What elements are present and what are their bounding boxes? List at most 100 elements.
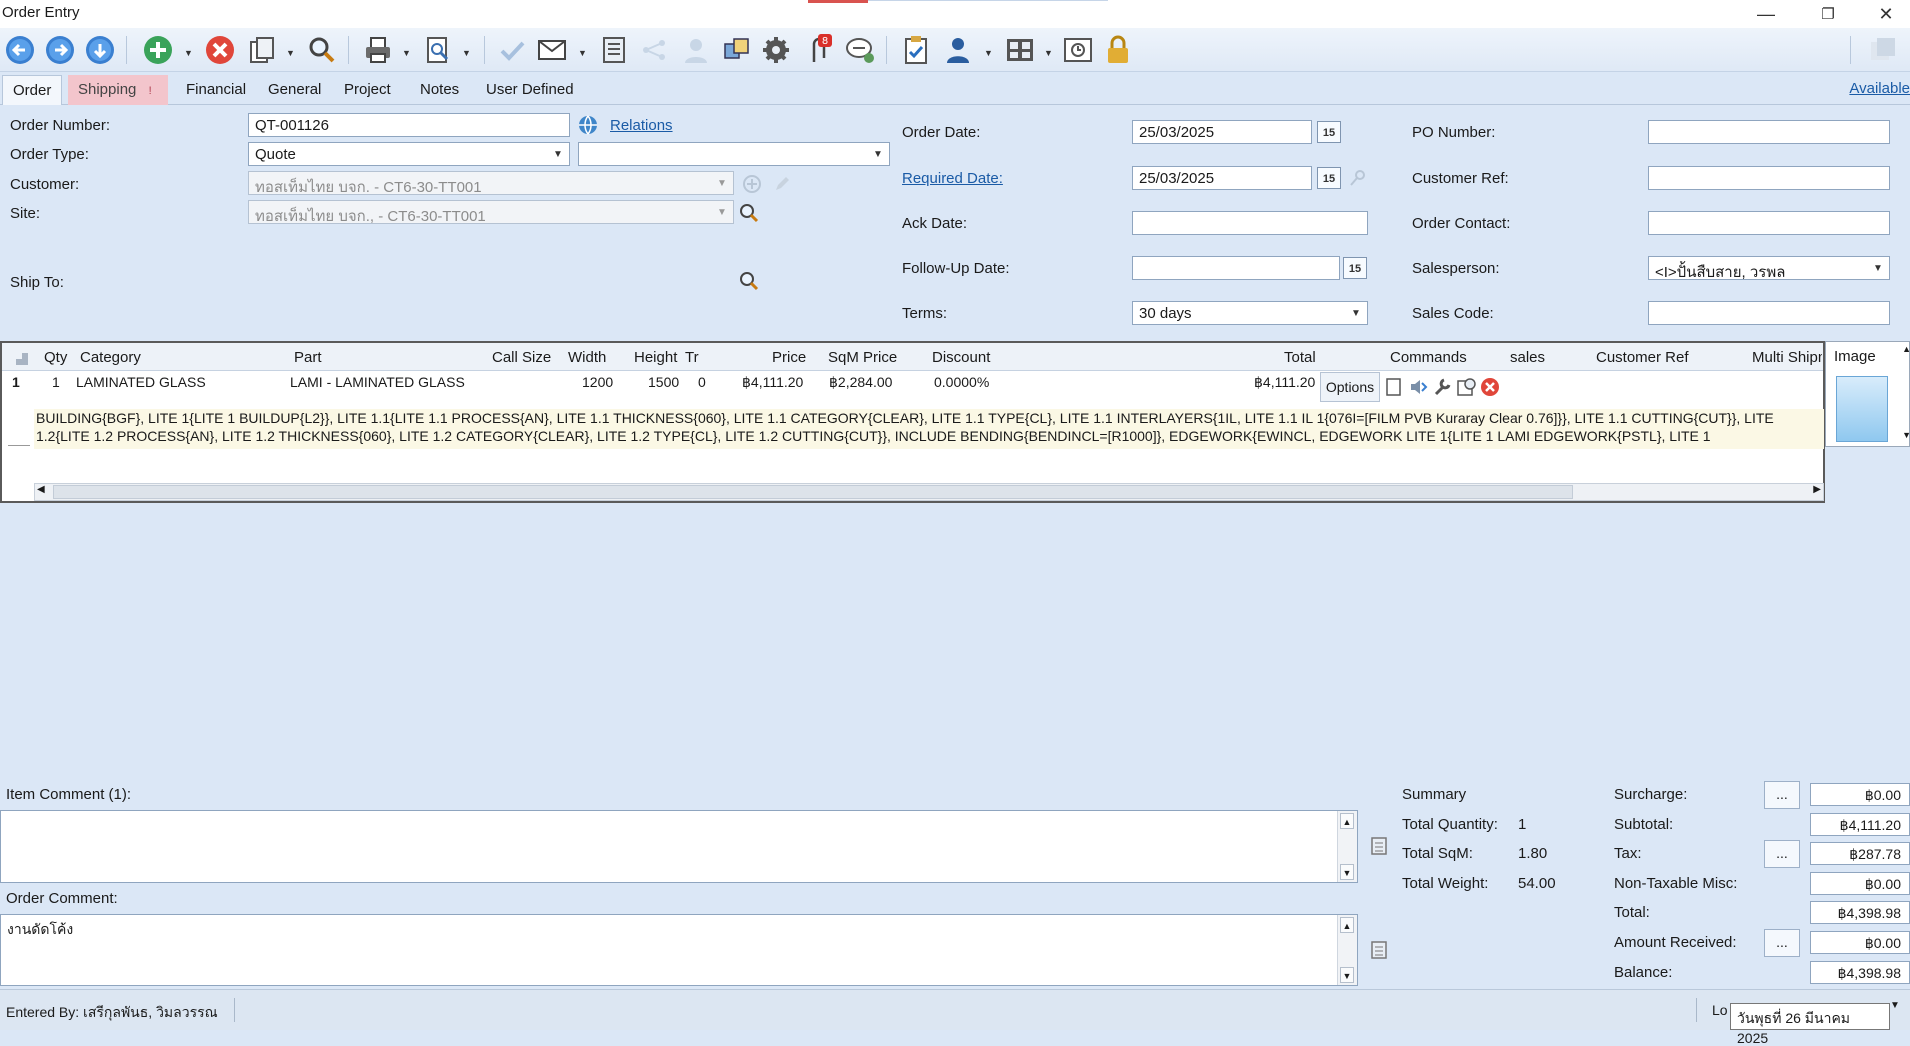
tab-financial[interactable]: Financial bbox=[176, 75, 256, 105]
relations-globe-icon[interactable] bbox=[577, 114, 599, 136]
chevron-down-icon[interactable]: ▼ bbox=[1867, 257, 1889, 279]
tab-user-defined[interactable]: User Defined bbox=[476, 75, 584, 105]
customer-ref-field[interactable] bbox=[1648, 166, 1890, 190]
ship-to-search-icon[interactable] bbox=[738, 270, 760, 292]
attachment-icon[interactable]: 8 bbox=[800, 32, 836, 68]
minimize-button[interactable]: — bbox=[1748, 2, 1784, 26]
copy-dropdown-icon[interactable]: ▼ bbox=[286, 48, 296, 58]
horizontal-scrollbar[interactable]: ◀ ▶ bbox=[34, 483, 1824, 501]
column-header-total[interactable]: Total bbox=[1284, 349, 1316, 366]
close-window-button[interactable]: ✕ bbox=[1868, 2, 1904, 26]
status-dropdown-icon[interactable]: ▼ bbox=[1890, 1000, 1900, 1011]
tab-order[interactable]: Order bbox=[2, 75, 63, 105]
scroll-down-icon[interactable]: ▼ bbox=[1340, 864, 1354, 880]
scroll-right-icon[interactable]: ▶ bbox=[1813, 484, 1821, 495]
pin-icon[interactable] bbox=[1348, 168, 1368, 188]
clipboard-check-icon[interactable] bbox=[898, 32, 934, 68]
cell-category[interactable]: LAMINATED GLASS bbox=[76, 374, 206, 390]
order-type-select[interactable]: Quote ▼ bbox=[248, 142, 570, 166]
column-header-sqm-price[interactable]: SqM Price bbox=[828, 349, 897, 366]
cell-sqm-price[interactable]: ฿2,284.00 bbox=[829, 374, 892, 391]
print-preview-icon[interactable] bbox=[420, 32, 456, 68]
tax-details-button[interactable]: ... bbox=[1764, 840, 1800, 868]
item-comment-scrollbar[interactable]: ▲ ▼ bbox=[1337, 811, 1357, 882]
order-comment-notes-icon[interactable] bbox=[1370, 940, 1388, 960]
chevron-down-icon[interactable]: ▼ bbox=[867, 143, 889, 165]
document-icon[interactable] bbox=[1384, 377, 1404, 397]
tab-notes[interactable]: Notes bbox=[410, 75, 469, 105]
cell-discount[interactable]: 0.0000% bbox=[934, 374, 989, 390]
order-number-field[interactable]: QT-001126 bbox=[248, 113, 570, 137]
column-header-price[interactable]: Price bbox=[772, 349, 806, 366]
chevron-down-icon[interactable]: ▼ bbox=[1345, 302, 1367, 324]
email-dropdown-icon[interactable]: ▼ bbox=[578, 48, 588, 58]
available-link[interactable]: Available bbox=[1849, 80, 1910, 97]
required-date-label[interactable]: Required Date: bbox=[902, 170, 1003, 187]
relations-link[interactable]: Relations bbox=[610, 117, 673, 134]
cell-height[interactable]: 1500 bbox=[648, 374, 679, 390]
grid-view-icon[interactable] bbox=[1002, 32, 1038, 68]
user-disabled-icon[interactable] bbox=[678, 32, 714, 68]
cell-width[interactable]: 1200 bbox=[582, 374, 613, 390]
external-link-icon[interactable] bbox=[1864, 32, 1900, 68]
column-header-qty[interactable]: Qty bbox=[44, 349, 67, 366]
column-header-part[interactable]: Part bbox=[294, 349, 322, 366]
surcharge-details-button[interactable]: ... bbox=[1764, 781, 1800, 809]
cell-part[interactable]: LAMI - LAMINATED GLASS bbox=[290, 374, 465, 390]
tab-general[interactable]: General bbox=[258, 75, 331, 105]
terms-select[interactable]: 30 days ▼ bbox=[1132, 301, 1368, 325]
column-header-tr[interactable]: Tr bbox=[685, 349, 699, 366]
po-number-field[interactable] bbox=[1648, 120, 1890, 144]
media-icon[interactable] bbox=[1408, 377, 1428, 397]
follow-up-date-calendar-icon[interactable]: 15 bbox=[1343, 257, 1367, 279]
contact-person-icon[interactable] bbox=[940, 32, 976, 68]
scrollbar-thumb[interactable] bbox=[53, 485, 1573, 499]
delete-line-icon[interactable] bbox=[1480, 377, 1500, 397]
salesperson-select[interactable]: <I>ปั้นสืบสาย, วรพล ▼ bbox=[1648, 256, 1890, 280]
search-icon[interactable] bbox=[304, 32, 340, 68]
column-header-call-size[interactable]: Call Size bbox=[492, 349, 551, 366]
down-arrow-icon[interactable] bbox=[82, 32, 118, 68]
print-dropdown-icon[interactable]: ▼ bbox=[402, 48, 412, 58]
options-button[interactable]: Options bbox=[1320, 372, 1380, 402]
schedule-icon[interactable] bbox=[1060, 32, 1096, 68]
required-date-calendar-icon[interactable]: 15 bbox=[1317, 167, 1341, 189]
forward-arrow-icon[interactable] bbox=[42, 32, 78, 68]
cell-price[interactable]: ฿4,111.20 bbox=[742, 374, 803, 391]
grid-view-dropdown-icon[interactable]: ▼ bbox=[1044, 48, 1054, 58]
cancel-icon[interactable] bbox=[202, 32, 238, 68]
column-header-width[interactable]: Width bbox=[568, 349, 606, 366]
ack-date-field[interactable] bbox=[1132, 211, 1368, 235]
comment-icon[interactable] bbox=[842, 32, 878, 68]
column-header-discount[interactable]: Discount bbox=[932, 349, 990, 366]
scroll-down-icon[interactable]: ▼ bbox=[1340, 967, 1354, 983]
column-header-sales[interactable]: sales bbox=[1510, 349, 1545, 366]
order-type-secondary-select[interactable]: ▼ bbox=[578, 142, 890, 166]
item-comment-notes-icon[interactable] bbox=[1370, 836, 1388, 856]
contact-dropdown-icon[interactable]: ▼ bbox=[984, 48, 994, 58]
column-header-category[interactable]: Category bbox=[80, 349, 141, 366]
site-select[interactable]: ทอสเท็มไทย บจก., - CT6-30-TT001 ▼ bbox=[248, 200, 734, 224]
tab-shipping[interactable]: Shipping ! bbox=[68, 75, 168, 105]
add-customer-icon[interactable] bbox=[742, 174, 762, 194]
glass-thumbnail-image[interactable] bbox=[1836, 376, 1888, 442]
chevron-down-icon[interactable]: ▼ bbox=[711, 172, 733, 194]
column-header-multi-shipment[interactable]: Multi Shipme bbox=[1752, 349, 1822, 366]
column-header-height[interactable]: Height bbox=[634, 349, 677, 366]
site-search-icon[interactable] bbox=[738, 202, 760, 224]
customer-select[interactable]: ทอสเท็มไทย บจก. - CT6-30-TT001 ▼ bbox=[248, 171, 734, 195]
email-icon[interactable] bbox=[534, 32, 570, 68]
list-icon[interactable] bbox=[596, 32, 632, 68]
chevron-down-icon[interactable]: ▼ bbox=[711, 201, 733, 223]
image-scroll-down-icon[interactable]: ▼ bbox=[1902, 430, 1910, 440]
select-all-icon[interactable] bbox=[16, 353, 28, 365]
amount-received-details-button[interactable]: ... bbox=[1764, 929, 1800, 957]
image-scroll-up-icon[interactable]: ▲ bbox=[1902, 344, 1910, 354]
print-icon[interactable] bbox=[360, 32, 396, 68]
add-dropdown-icon[interactable]: ▼ bbox=[184, 48, 194, 58]
item-comment-textarea[interactable]: ▲ ▼ bbox=[0, 810, 1358, 883]
order-contact-field[interactable] bbox=[1648, 211, 1890, 235]
order-date-calendar-icon[interactable]: 15 bbox=[1317, 121, 1341, 143]
tab-project[interactable]: Project bbox=[334, 75, 401, 105]
share-icon[interactable] bbox=[636, 32, 672, 68]
